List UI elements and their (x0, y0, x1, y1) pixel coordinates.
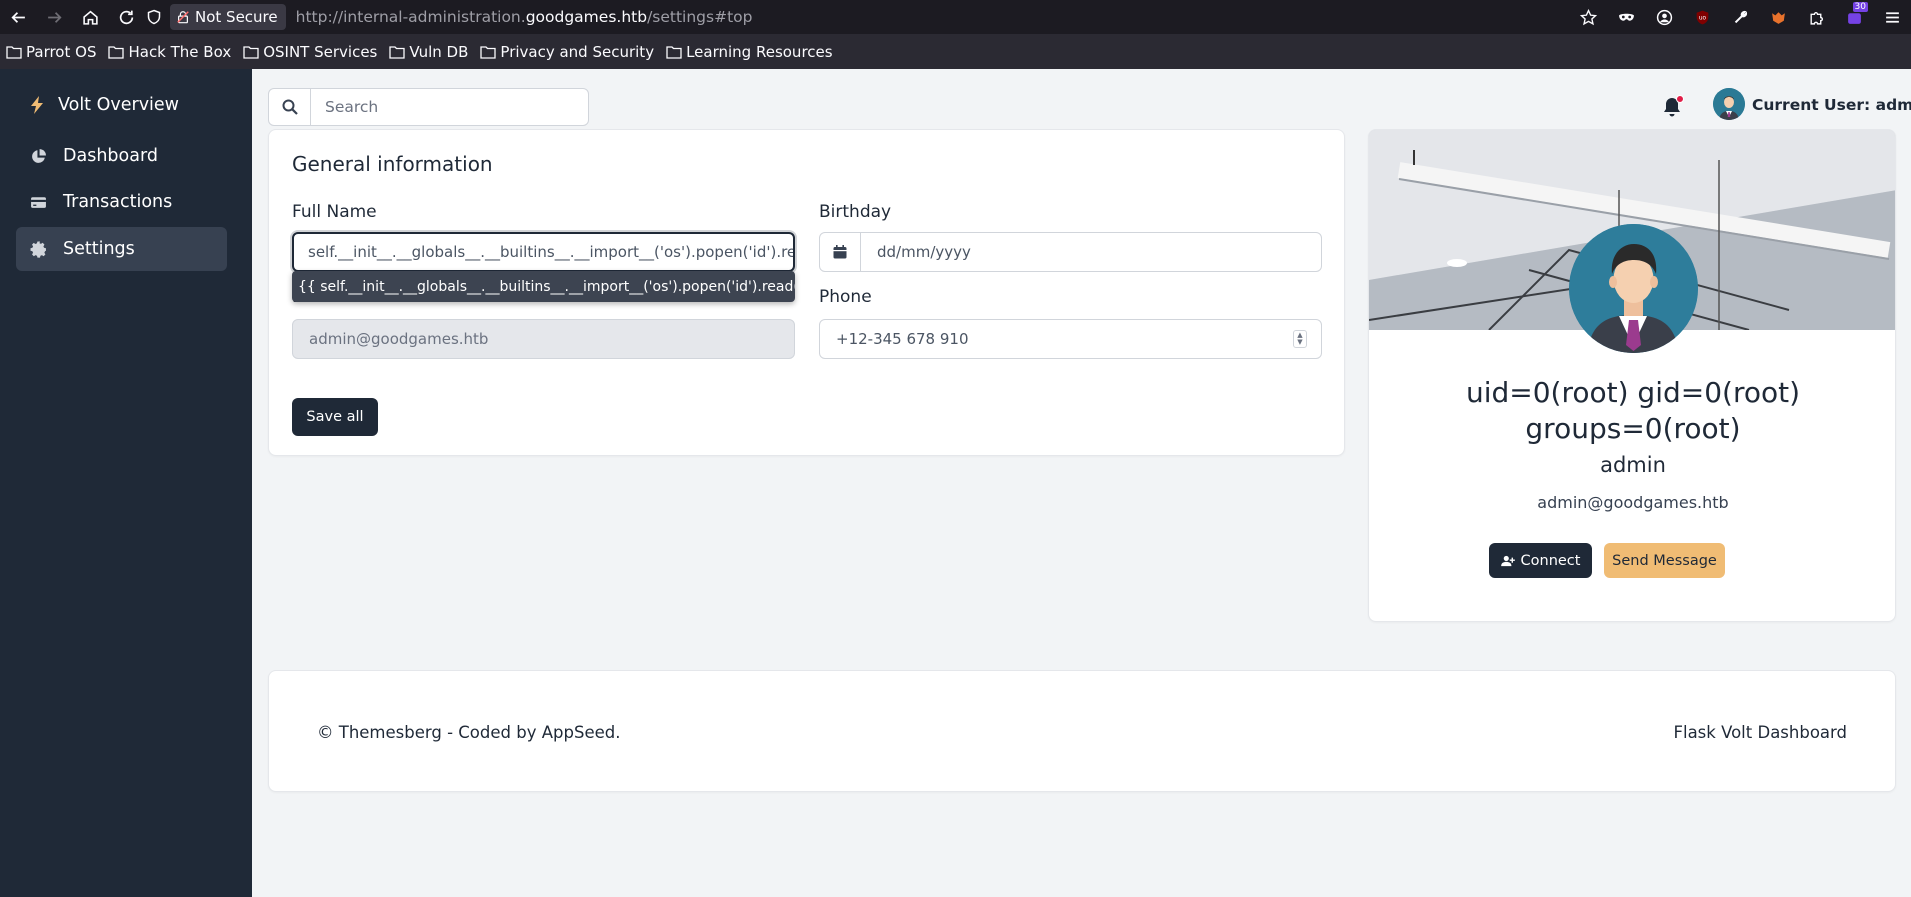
search-box (268, 88, 589, 126)
reload-icon[interactable] (108, 0, 144, 34)
full-name-label: Full Name (292, 202, 377, 222)
bookmark-folder-osint-services[interactable]: OSINT Services (243, 43, 377, 61)
notification-bell-icon[interactable] (1662, 95, 1684, 118)
profile-name-line1: uid=0(root) gid=0(root) (1465, 376, 1801, 409)
extension-badge-count: 30 (1852, 2, 1868, 12)
menu-hamburger-icon[interactable] (1873, 0, 1911, 34)
folder-icon (108, 45, 125, 59)
bookmark-star-icon[interactable] (1569, 0, 1607, 34)
ublock-icon[interactable]: uo (1683, 0, 1721, 34)
bookmark-label: OSINT Services (263, 42, 378, 61)
bookmark-folder-parrot-os[interactable]: Parrot OS (6, 43, 96, 61)
user-plus-icon (1500, 555, 1515, 566)
url-prefix: http://internal-administration. (295, 8, 526, 26)
birthday-input[interactable]: dd/mm/yyyy (819, 232, 1322, 272)
autocomplete-suggestion[interactable]: {{ self.__init__.__globals__.__builtins_… (292, 271, 795, 302)
search-icon (269, 89, 311, 125)
bookmark-folder-privacy-and-security[interactable]: Privacy and Security (480, 43, 654, 61)
sidebar-item-settings[interactable]: Settings (16, 227, 227, 271)
url-bar[interactable]: Not Secure http://internal-administratio… (146, 3, 1566, 31)
email-input: admin@goodgames.htb (292, 319, 795, 359)
number-spinner[interactable]: ▲ ▼ (1293, 330, 1307, 348)
notification-dot (1676, 95, 1684, 103)
full-name-value: self.__init__.__globals__.__builtins__._… (308, 243, 795, 261)
forward-icon[interactable] (36, 0, 72, 34)
folder-icon (389, 45, 406, 59)
bookmark-folder-hack-the-box[interactable]: Hack The Box (108, 43, 231, 61)
shield-icon[interactable] (146, 9, 162, 25)
folder-icon (243, 45, 259, 59)
gear-icon (30, 241, 46, 258)
account-icon[interactable] (1645, 0, 1683, 34)
extension-badge-icon[interactable]: 30 (1835, 0, 1873, 34)
sidebar-item-label: Settings (63, 239, 135, 259)
toolbar-right-icons: uo 30 (1569, 0, 1911, 34)
bookmark-label: Parrot OS (26, 42, 97, 61)
bookmark-label: Vuln DB (409, 42, 469, 61)
home-icon[interactable] (72, 0, 108, 34)
calendar-icon (820, 233, 861, 271)
svg-text:uo: uo (1698, 15, 1706, 21)
bookmark-folder-vuln-db[interactable]: Vuln DB (389, 43, 468, 61)
profile-email: admin@goodgames.htb (1537, 493, 1729, 512)
phone-input[interactable]: +12-345 678 910 ▲ ▼ (819, 319, 1322, 359)
bookmark-label: Hack The Box (128, 42, 232, 61)
current-user-label[interactable]: Current User: admin (1752, 96, 1911, 114)
connect-label: Connect (1520, 552, 1581, 569)
email-value: admin@goodgames.htb (309, 330, 489, 348)
insecure-lock-icon (176, 10, 190, 24)
sidebar: Volt Overview Dashboard Transactions Set… (0, 69, 252, 897)
wrench-icon[interactable] (1721, 0, 1759, 34)
folder-icon (6, 45, 22, 59)
url-host: goodgames.htb (525, 8, 648, 26)
footer-product-name[interactable]: Flask Volt Dashboard (1674, 723, 1848, 742)
birthday-placeholder: dd/mm/yyyy (877, 243, 971, 261)
sidebar-item-label: Dashboard (63, 146, 158, 166)
private-mask-icon[interactable] (1607, 0, 1645, 34)
birthday-label: Birthday (819, 202, 892, 222)
phone-label: Phone (819, 287, 872, 307)
credit-card-icon (31, 196, 46, 208)
send-message-button[interactable]: Send Message (1604, 543, 1725, 578)
profile-avatar (1569, 224, 1698, 353)
browser-toolbar: Not Secure http://internal-administratio… (0, 0, 1911, 34)
footer-credits[interactable]: © Themesberg - Coded by AppSeed. (317, 723, 620, 742)
sidebar-item-label: Transactions (63, 192, 173, 212)
folder-icon (480, 45, 497, 59)
profile-name-line2: groups=0(root) (1525, 412, 1741, 445)
url-text[interactable]: http://internal-administration.goodgames… (296, 8, 753, 26)
not-secure-label: Not Secure (195, 8, 278, 26)
back-icon[interactable] (0, 0, 36, 34)
profile-card: uid=0(root) gid=0(root) groups=0(root) a… (1368, 129, 1896, 622)
lightning-bolt-icon (31, 96, 43, 114)
pie-chart-icon (32, 148, 46, 163)
brand-label: Volt Overview (58, 95, 179, 115)
profile-username: admin (1600, 453, 1666, 477)
search-input[interactable] (311, 98, 581, 116)
phone-value: +12-345 678 910 (836, 330, 969, 348)
folder-icon (666, 45, 682, 59)
profile-name: uid=0(root) gid=0(root) groups=0(root) (1369, 375, 1895, 447)
user-avatar[interactable] (1713, 88, 1745, 120)
bookmarks-bar: Parrot OS Hack The Box OSINT Services Vu… (0, 34, 1911, 69)
bookmark-folder-learning-resources[interactable]: Learning Resources (666, 43, 833, 61)
extensions-puzzle-icon[interactable] (1797, 0, 1835, 34)
footer-card: © Themesberg - Coded by AppSeed. Flask V… (268, 670, 1896, 792)
bookmark-label: Privacy and Security (500, 42, 655, 61)
connect-button[interactable]: Connect (1489, 543, 1592, 578)
sidebar-brand[interactable]: Volt Overview (30, 95, 179, 115)
url-path: /settings#top (647, 8, 753, 26)
bookmark-label: Learning Resources (686, 42, 833, 61)
sidebar-item-transactions[interactable]: Transactions (16, 180, 227, 224)
foxyproxy-icon[interactable] (1759, 0, 1797, 34)
sidebar-item-dashboard[interactable]: Dashboard (16, 134, 227, 178)
save-all-button[interactable]: Save all (292, 398, 378, 436)
full-name-input[interactable]: self.__init__.__globals__.__builtins__._… (292, 232, 795, 272)
card-title: General information (292, 152, 493, 176)
not-secure-indicator[interactable]: Not Secure (170, 4, 286, 30)
